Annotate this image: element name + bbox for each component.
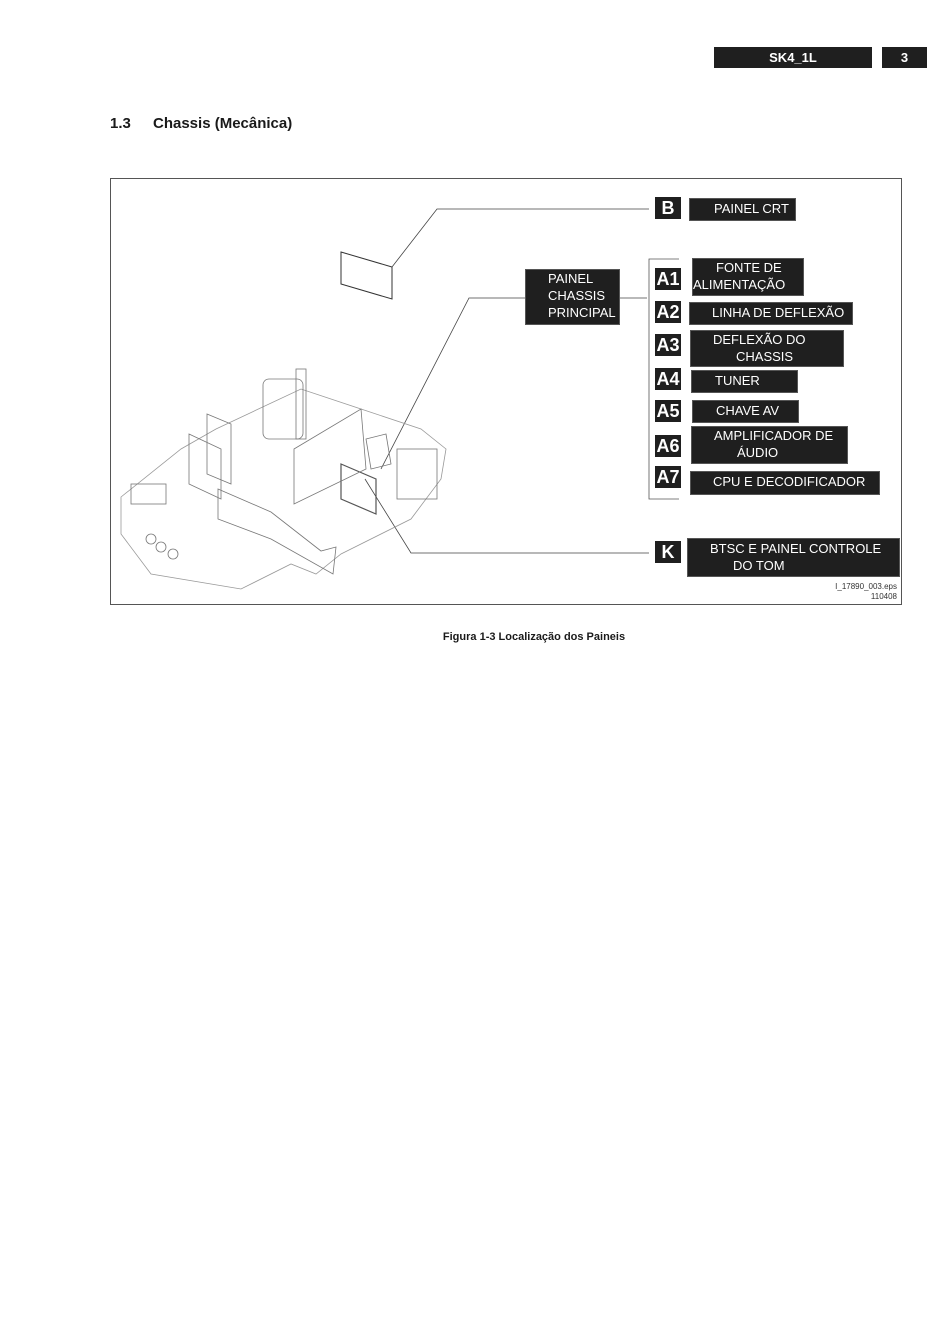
panel-label-line: ÁUDIO	[737, 445, 779, 460]
section-title: Chassis (Mecânica)	[153, 115, 293, 132]
main-board-label-line: PAINEL	[548, 271, 594, 286]
panel-label-line: FONTE DE	[716, 260, 782, 275]
panel-label-line: CHASSIS	[736, 349, 794, 364]
panel-code-k: K	[655, 541, 681, 563]
section-number: 1.3	[110, 115, 131, 132]
section-heading: 1.3 Chassis (Mecânica)	[110, 115, 292, 132]
panel-label-a2: LINHA DE DEFLEXÃO	[689, 302, 853, 325]
heatsink-1	[206, 413, 232, 485]
panel-label-line: DO TOM	[733, 558, 785, 573]
panel-label-line: TUNER	[715, 373, 760, 388]
main-board-label: PAINEL CHASSIS PRINCIPAL	[525, 269, 620, 325]
figure-file-name: I_17890_003.eps	[835, 582, 897, 591]
leader-line-k	[364, 478, 649, 554]
panel-label-b: PAINEL CRT	[689, 198, 796, 221]
figure-file-date: 110408	[870, 592, 897, 601]
panel-label-line: CHAVE AV	[716, 403, 780, 418]
tuner-block	[396, 448, 438, 500]
flyback-post	[295, 368, 307, 440]
panel-location-figure: PAINEL CHASSIS PRINCIPAL B PAINEL CRT A1…	[110, 178, 902, 605]
panel-code-a1: A1	[655, 268, 681, 290]
panel-label-a7: CPU E DECODIFICADOR	[690, 471, 880, 495]
panel-label-line: DEFLEXÃO DO	[713, 332, 806, 347]
panel-code-a7: A7	[655, 466, 681, 488]
panel-label-line: CPU E DECODIFICADOR	[713, 474, 866, 489]
figure-caption: Figura 1-3 Localização dos Paineis	[442, 631, 626, 643]
leader-line-main	[380, 297, 526, 470]
rca-jack	[155, 541, 167, 553]
main-board-label-line: CHASSIS	[548, 288, 606, 303]
document-model-badge: SK4_1L	[714, 47, 872, 68]
panel-label-a3: DEFLEXÃO DO CHASSIS	[690, 330, 844, 367]
panel-label-line: PAINEL CRT	[714, 201, 789, 216]
leader-line-b	[391, 208, 649, 268]
crt-panel-board	[340, 251, 393, 300]
panel-label-line: ALIMENTAÇÃO	[693, 277, 786, 292]
flyback-transformer	[262, 378, 304, 440]
heatsink-3	[293, 408, 367, 505]
main-board-label-line: PRINCIPAL	[548, 305, 616, 320]
panel-label-a1: FONTE DE ALIMENTAÇÃO	[692, 258, 804, 296]
panel-label-line: AMPLIFICADOR DE	[714, 428, 834, 443]
panel-code-a2: A2	[655, 301, 681, 323]
panel-code-a3: A3	[655, 334, 681, 356]
connector-block	[365, 433, 392, 470]
panel-label-k: BTSC E PAINEL CONTROLE DO TOM	[687, 538, 900, 577]
panel-label-a4: TUNER	[691, 370, 798, 393]
heatsink-4	[217, 488, 337, 575]
panel-code-a5: A5	[655, 400, 681, 422]
rca-jack	[167, 548, 179, 560]
panel-code-b: B	[655, 197, 681, 219]
panel-label-line: LINHA DE DEFLEXÃO	[712, 305, 845, 320]
panel-label-line: BTSC E PAINEL CONTROLE	[710, 541, 882, 556]
page-number-badge: 3	[882, 47, 927, 68]
figure-file-reference: I_17890_003.eps 110408	[835, 582, 897, 602]
av-switch-block	[130, 483, 167, 505]
panel-label-a6: AMPLIFICADOR DE ÁUDIO	[691, 426, 848, 464]
panel-label-a5: CHAVE AV	[692, 400, 799, 423]
panel-code-a6: A6	[655, 435, 681, 457]
heatsink-2	[188, 433, 222, 500]
panel-code-a4: A4	[655, 368, 681, 390]
rca-jack	[145, 533, 157, 545]
